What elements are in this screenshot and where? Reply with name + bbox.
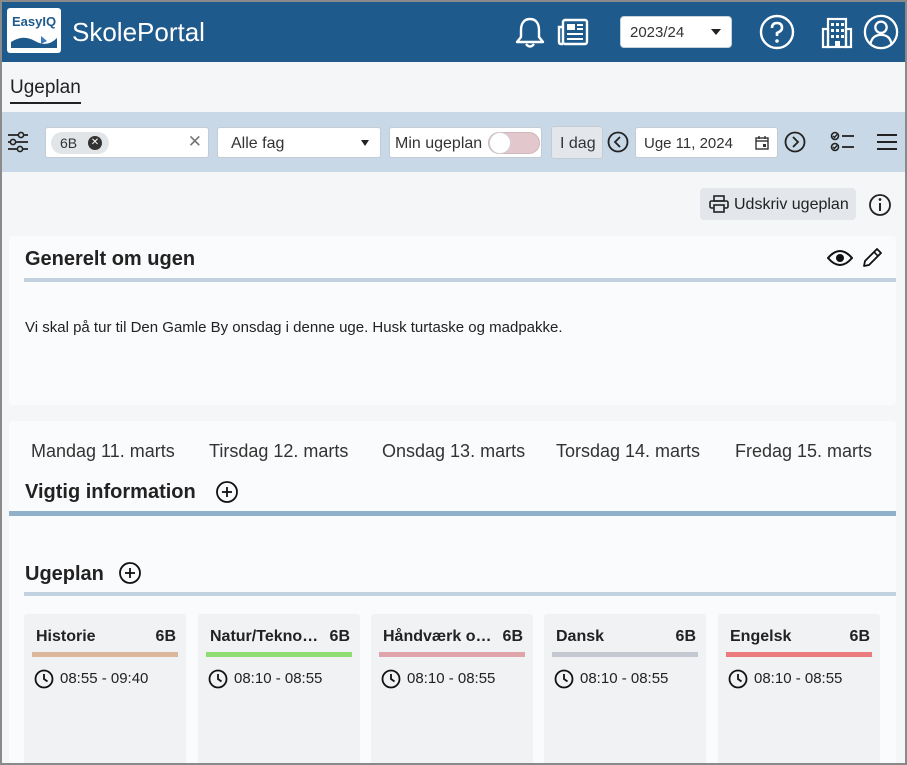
today-button-label: I dag (560, 135, 596, 152)
filter-toolbar: 6B ✕ ✕ Alle fag Min ugeplan I dag Uge 11… (2, 112, 905, 172)
weekplan-divider (24, 592, 896, 596)
school-year-value: 2023/24 (630, 24, 685, 41)
lesson-subject: Historie (36, 628, 96, 645)
important-info-divider (9, 511, 896, 516)
lesson-card-monday[interactable]: Historie 6B 08:55 - 09:40 (24, 614, 186, 763)
lesson-time: 08:10 - 08:55 (580, 670, 669, 687)
week-picker-value: Uge 11, 2024 (644, 135, 733, 152)
subject-select-value: Alle fag (231, 135, 285, 152)
general-text: Vi skal på tur til Den Gamle By onsdag i… (25, 319, 563, 336)
my-plan-label: Min ugeplan (395, 135, 483, 152)
lesson-color-bar (379, 652, 525, 657)
building-icon[interactable] (819, 14, 855, 50)
clock-icon (554, 669, 574, 689)
edit-pencil-icon[interactable] (861, 247, 883, 269)
my-plan-toggle[interactable] (488, 132, 540, 154)
logo-wave-icon (11, 36, 57, 48)
newspaper-icon[interactable] (555, 14, 591, 50)
lesson-color-bar (552, 652, 698, 657)
lesson-subject: Engelsk (730, 628, 792, 645)
lesson-color-bar (206, 652, 352, 657)
subject-select[interactable]: Alle fag (217, 127, 381, 158)
important-info-title: Vigtig information (25, 481, 196, 503)
menu-icon[interactable] (876, 131, 898, 153)
lesson-class: 6B (329, 628, 350, 645)
lesson-subject: Dansk (556, 628, 605, 645)
clock-icon (34, 669, 54, 689)
next-week-icon[interactable] (784, 131, 806, 153)
general-week-card: Generelt om ugen Vi skal på tur til Den … (9, 236, 896, 405)
day-tab-friday[interactable]: Fredag 15. marts (735, 441, 872, 462)
help-icon[interactable] (759, 14, 795, 50)
clock-icon (208, 669, 228, 689)
week-days-card: Mandag 11. marts Tirsdag 12. marts Onsda… (9, 421, 896, 763)
class-chip-label: 6B (60, 135, 78, 151)
lesson-class: 6B (502, 628, 523, 645)
task-list-icon[interactable] (830, 130, 856, 154)
week-picker[interactable]: Uge 11, 2024 (635, 127, 778, 158)
my-plan-filter: Min ugeplan (389, 127, 542, 158)
lesson-card-friday[interactable]: Engelsk 6B 08:10 - 08:55 (718, 614, 880, 763)
lesson-time: 08:10 - 08:55 (754, 670, 843, 687)
class-chip[interactable]: 6B ✕ (51, 132, 109, 154)
calendar-icon[interactable] (754, 135, 770, 151)
add-important-info-icon[interactable] (215, 480, 239, 504)
logo-text: EasyIQ (12, 14, 57, 29)
info-icon[interactable] (868, 193, 892, 217)
lesson-color-bar (726, 652, 872, 657)
lesson-subject: Håndværk og design (383, 628, 495, 645)
weekplan-title: Ugeplan (25, 563, 104, 585)
easyiq-logo[interactable]: EasyIQ (7, 8, 61, 53)
print-button-label: Udskriv ugeplan (734, 196, 849, 213)
app-window: EasyIQ SkolePortal 2023/24 Ugeplan 6B ✕ … (0, 0, 907, 765)
print-weekplan-button[interactable]: Udskriv ugeplan (700, 188, 856, 220)
lesson-time: 08:10 - 08:55 (407, 670, 496, 687)
printer-icon (709, 195, 729, 213)
app-title: SkolePortal (72, 17, 205, 47)
user-icon[interactable] (863, 14, 899, 50)
clock-icon (728, 669, 748, 689)
general-title: Generelt om ugen (25, 248, 196, 270)
tab-ugeplan[interactable]: Ugeplan (10, 77, 81, 104)
lesson-class: 6B (155, 628, 176, 645)
bell-icon[interactable] (512, 14, 548, 50)
chevron-down-icon (711, 29, 721, 35)
add-weekplan-icon[interactable] (118, 561, 142, 585)
general-divider (24, 278, 896, 282)
class-filter-field[interactable]: 6B ✕ ✕ (45, 127, 209, 158)
app-header: EasyIQ SkolePortal 2023/24 (2, 2, 905, 62)
previous-week-icon[interactable] (607, 131, 629, 153)
school-year-select[interactable]: 2023/24 (620, 16, 732, 48)
eye-icon[interactable] (827, 247, 853, 269)
day-tab-thursday[interactable]: Torsdag 14. marts (556, 441, 700, 462)
lesson-card-wednesday[interactable]: Håndværk og design 6B 08:10 - 08:55 (371, 614, 533, 763)
day-tab-monday[interactable]: Mandag 11. marts (31, 441, 175, 462)
toggle-knob (489, 132, 511, 154)
lesson-card-tuesday[interactable]: Natur/Teknologi 6B 08:10 - 08:55 (198, 614, 360, 763)
filter-settings-icon[interactable] (6, 130, 30, 154)
lesson-card-thursday[interactable]: Dansk 6B 08:10 - 08:55 (544, 614, 706, 763)
clear-icon[interactable]: ✕ (188, 132, 202, 152)
lesson-subject: Natur/Teknologi (210, 628, 322, 645)
lesson-color-bar (32, 652, 178, 657)
lesson-class: 6B (675, 628, 696, 645)
lesson-class: 6B (849, 628, 870, 645)
day-tab-tuesday[interactable]: Tirsdag 12. marts (209, 441, 348, 462)
clock-icon (381, 669, 401, 689)
day-tab-wednesday[interactable]: Onsdag 13. marts (382, 441, 525, 462)
lesson-time: 08:10 - 08:55 (234, 670, 323, 687)
lesson-time: 08:55 - 09:40 (60, 670, 149, 687)
remove-chip-icon[interactable]: ✕ (88, 136, 102, 150)
chevron-down-icon (361, 140, 369, 146)
today-button[interactable]: I dag (551, 126, 603, 159)
